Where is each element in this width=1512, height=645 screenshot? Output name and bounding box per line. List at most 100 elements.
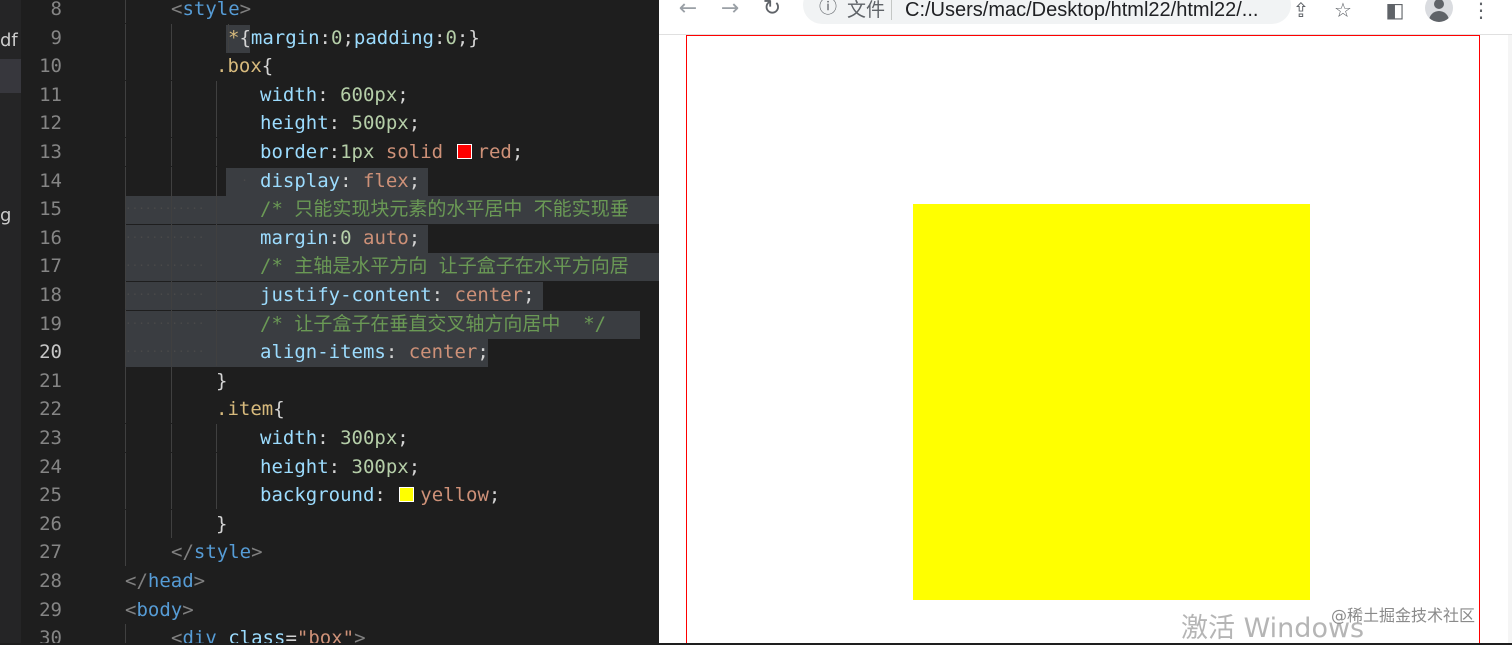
code-line[interactable]: 24 height: 300px; xyxy=(0,452,640,481)
code-token: > xyxy=(239,0,252,20)
code-text[interactable]: margin:0 auto; xyxy=(260,224,420,252)
bookmark-star-icon[interactable]: ☆ xyxy=(1329,0,1357,24)
info-icon[interactable]: ⓘ xyxy=(817,0,839,19)
indent-guide xyxy=(125,80,126,109)
code-editor[interactable]: df g 8 <style> 9 *{margin:0;padding:0;} 10 .b… xyxy=(0,0,659,643)
code-token: > xyxy=(182,598,194,621)
code-line[interactable]: ············ 18 justify-content: center; xyxy=(0,281,640,310)
address-bar-url[interactable]: C:/Users/mac/Desktop/html22/html22/... xyxy=(905,0,1258,23)
forward-button[interactable]: → xyxy=(716,0,744,23)
code-text[interactable]: </head> xyxy=(125,567,205,595)
indent-guide xyxy=(125,509,126,538)
address-bar-divider xyxy=(891,0,892,20)
more-menu-icon[interactable]: ⋮ xyxy=(1467,0,1495,24)
code-line[interactable]: 26} xyxy=(0,509,640,538)
code-text[interactable]: border:1px solid red; xyxy=(260,138,523,166)
code-text[interactable]: height: 500px; xyxy=(260,109,420,137)
code-line[interactable]: 8 <style> xyxy=(0,0,640,23)
code-text[interactable]: } xyxy=(216,367,227,395)
code-token: display xyxy=(260,169,341,192)
code-token: 300px xyxy=(340,427,398,449)
page-viewport[interactable] xyxy=(659,35,1512,643)
indent-guide xyxy=(171,395,172,424)
line-number: 18 xyxy=(39,284,62,306)
indent-guide xyxy=(171,509,172,538)
code-token: head xyxy=(147,570,194,592)
code-text[interactable]: width: 300px; xyxy=(260,424,409,452)
code-token: 500px xyxy=(351,112,409,135)
indent-guide xyxy=(125,166,126,195)
code-text[interactable]: /* 主轴是水平方向 让子盒子在水平方向居 xyxy=(260,252,629,280)
code-text[interactable]: background: yellow; xyxy=(260,481,500,509)
code-line[interactable]: ············ 17 /* 主轴是水平方向 让子盒子在水平方向居 xyxy=(0,252,659,282)
code-line[interactable]: 25 background: yellow; xyxy=(0,481,640,510)
code-line[interactable]: 9 *{margin:0;padding:0;} xyxy=(0,23,640,53)
code-line[interactable]: ············ 15 /* 只能实现块元素的水平居中 不能实现垂 xyxy=(0,195,659,225)
browser-window: ← → ↻ ⓘ 文件 C:/Users/mac/Desktop/html22/h… xyxy=(659,0,1512,643)
code-text[interactable]: } xyxy=(216,510,227,538)
code-token: { xyxy=(239,26,251,49)
code-token: ; xyxy=(342,26,354,49)
code-token: : xyxy=(328,455,352,478)
code-token: ; xyxy=(523,284,535,306)
code-token: /* 让子盒子在垂直交叉轴方向居中 */ xyxy=(260,312,607,335)
code-text[interactable]: .item{ xyxy=(216,395,285,423)
code-token: : xyxy=(328,112,352,135)
code-token: > xyxy=(251,541,263,564)
viewport-scrollbar[interactable] xyxy=(1508,35,1512,643)
code-text[interactable]: display: flex; xyxy=(260,167,420,195)
code-text[interactable]: justify-content: center; xyxy=(260,281,535,309)
code-token: background xyxy=(260,484,375,507)
indent-guide xyxy=(171,452,172,481)
code-text[interactable]: <div class="box"> xyxy=(171,624,366,643)
code-line[interactable]: 13 border:1px solid red; xyxy=(0,138,640,166)
code-token: flex xyxy=(362,169,409,192)
share-icon[interactable]: ⇪ xyxy=(1287,0,1315,24)
code-token: "box" xyxy=(296,627,355,643)
code-line[interactable]: ············ 16 margin:0 auto; xyxy=(0,223,640,253)
code-token: * xyxy=(228,26,240,49)
code-token: auto xyxy=(363,226,409,249)
back-button[interactable]: ← xyxy=(674,0,702,23)
code-line[interactable]: 29 <body> xyxy=(0,596,640,624)
indent-guide xyxy=(216,452,217,481)
code-token: height xyxy=(260,455,329,478)
code-text[interactable]: *{margin:0;padding:0;} xyxy=(228,24,480,52)
code-line[interactable]: 11 width: 600px; xyxy=(0,80,640,109)
code-text[interactable]: height: 300px; xyxy=(260,453,420,481)
code-line[interactable]: 22 .item{ xyxy=(0,395,640,424)
code-text[interactable]: width: 600px; xyxy=(260,81,409,109)
code-text[interactable]: </style> xyxy=(171,538,263,566)
code-line[interactable]: 23 width: 300px; xyxy=(0,424,640,452)
code-line[interactable]: ············ 20 align-items: center; xyxy=(0,338,640,368)
code-token: ; xyxy=(488,484,501,507)
code-line[interactable]: ············ 19 /* 让子盒子在垂直交叉轴方向居中 */ xyxy=(0,309,640,339)
code-line[interactable]: 21} xyxy=(0,366,640,395)
line-number: 21 xyxy=(39,369,62,392)
code-text[interactable]: .box{ xyxy=(216,52,273,80)
code-text[interactable]: <body> xyxy=(125,596,194,624)
indent-guide xyxy=(171,481,172,510)
code-line[interactable]: 28 </head> xyxy=(0,567,640,595)
side-panel-icon[interactable]: ◧ xyxy=(1381,0,1409,24)
code-line[interactable]: · 14 display: flex; xyxy=(0,166,640,196)
line-number: 9 xyxy=(50,26,62,49)
profile-avatar-icon[interactable] xyxy=(1425,0,1453,22)
code-text[interactable]: <style> xyxy=(171,0,251,23)
code-text[interactable]: align-items: center; xyxy=(260,338,489,366)
indent-guide xyxy=(216,281,217,309)
color-swatch[interactable] xyxy=(456,144,472,159)
line-number: 15 xyxy=(39,198,62,221)
yellow-item-box xyxy=(913,204,1310,600)
whitespace-dots: ············ xyxy=(125,259,205,273)
code-line[interactable]: 10 .box{ xyxy=(0,52,640,81)
reload-button[interactable]: ↻ xyxy=(758,0,786,23)
code-line[interactable]: 12 height: 500px; xyxy=(0,109,640,138)
code-line[interactable]: 30 <div class="box"> xyxy=(0,624,640,643)
code-text[interactable]: /* 只能实现块元素的水平居中 不能实现垂 xyxy=(260,195,629,223)
code-text[interactable]: /* 让子盒子在垂直交叉轴方向居中 */ xyxy=(260,310,606,338)
color-swatch[interactable] xyxy=(399,487,415,503)
code-line[interactable]: 27 </style> xyxy=(0,538,640,567)
indent-guide xyxy=(171,366,172,395)
